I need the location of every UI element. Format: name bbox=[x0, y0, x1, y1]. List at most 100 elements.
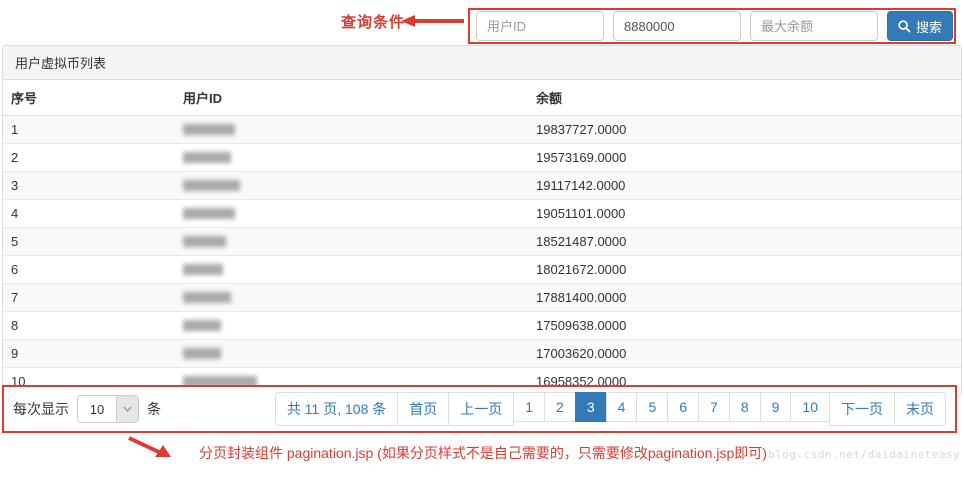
table-row: 5 18521487.0000 bbox=[3, 228, 961, 256]
page-button[interactable]: 7 bbox=[698, 392, 730, 422]
next-page-button[interactable]: 下一页 bbox=[829, 392, 895, 426]
pagination-summary: 共 11 页, 108 条 bbox=[275, 392, 398, 426]
prev-page-button[interactable]: 上一页 bbox=[448, 392, 514, 426]
user-id-cell bbox=[175, 256, 528, 284]
row-index-cell: 2 bbox=[3, 144, 175, 172]
pagination-bar: 每次显示 10 条 共 11 页, 108 条首页上一页12345678910下… bbox=[2, 385, 957, 433]
watermark: blog.csdn.net/daidaineteasy bbox=[768, 448, 960, 461]
balance-cell: 19573169.0000 bbox=[528, 144, 961, 172]
redacted-user-id bbox=[183, 152, 231, 163]
row-index-cell: 7 bbox=[3, 284, 175, 312]
page-button[interactable]: 8 bbox=[729, 392, 761, 422]
redacted-user-id bbox=[183, 292, 231, 303]
balance-cell: 18521487.0000 bbox=[528, 228, 961, 256]
redacted-user-id bbox=[183, 208, 235, 219]
redacted-user-id bbox=[183, 124, 235, 135]
user-id-cell bbox=[175, 312, 528, 340]
page-button-active-item: 3 bbox=[576, 392, 607, 426]
first-page-button[interactable]: 首页 bbox=[397, 392, 449, 426]
min-balance-input[interactable] bbox=[613, 11, 741, 41]
user-coin-panel: 用户虚拟币列表 序号 用户ID 余额 1 19837727.0000 2 195731… bbox=[2, 45, 962, 396]
page-button[interactable]: 2 bbox=[544, 392, 576, 422]
page-size-prefix-label: 每次显示 bbox=[13, 399, 69, 419]
row-index-cell: 5 bbox=[3, 228, 175, 256]
balance-cell: 17881400.0000 bbox=[528, 284, 961, 312]
chevron-down-icon bbox=[116, 396, 138, 422]
page-button-item: 1 bbox=[514, 392, 545, 426]
user-id-cell bbox=[175, 172, 528, 200]
page-button-active[interactable]: 3 bbox=[575, 392, 607, 422]
user-id-cell bbox=[175, 116, 528, 144]
row-index-cell: 4 bbox=[3, 200, 175, 228]
table-row: 4 19051101.0000 bbox=[3, 200, 961, 228]
arrow-down-right-icon bbox=[127, 436, 173, 462]
search-icon bbox=[898, 20, 911, 33]
balance-cell: 17509638.0000 bbox=[528, 312, 961, 340]
table-row: 9 17003620.0000 bbox=[3, 340, 961, 368]
col-header-balance: 余额 bbox=[528, 80, 961, 116]
balance-cell: 19051101.0000 bbox=[528, 200, 961, 228]
page-button[interactable]: 1 bbox=[513, 392, 545, 422]
row-index-cell: 1 bbox=[3, 116, 175, 144]
table-row: 6 18021672.0000 bbox=[3, 256, 961, 284]
page-button[interactable]: 4 bbox=[606, 392, 638, 422]
next-page-button-item: 下一页 bbox=[830, 392, 895, 426]
page-button-item: 5 bbox=[637, 392, 668, 426]
page-button-item: 6 bbox=[668, 392, 699, 426]
page-size-suffix-label: 条 bbox=[147, 399, 161, 419]
col-header-user-id: 用户ID bbox=[175, 80, 528, 116]
page-button-item: 9 bbox=[761, 392, 792, 426]
query-conditions-label: 查询条件 bbox=[341, 11, 405, 32]
row-index-cell: 9 bbox=[3, 340, 175, 368]
table-body: 1 19837727.0000 2 19573169.0000 3 19117142.00… bbox=[3, 116, 961, 396]
arrow-left-icon bbox=[401, 14, 465, 28]
balance-cell: 17003620.0000 bbox=[528, 340, 961, 368]
page-size-group: 每次显示 10 条 bbox=[13, 395, 161, 423]
table-row: 1 19837727.0000 bbox=[3, 116, 961, 144]
balance-cell: 18021672.0000 bbox=[528, 256, 961, 284]
user-coin-table: 序号 用户ID 余额 119837727.0000219573169.00003… bbox=[3, 80, 961, 395]
redacted-user-id bbox=[183, 264, 223, 275]
row-index-cell: 3 bbox=[3, 172, 175, 200]
page-button[interactable]: 9 bbox=[760, 392, 792, 422]
page-button[interactable]: 6 bbox=[667, 392, 699, 422]
redacted-user-id bbox=[183, 320, 221, 331]
table-row: 8 17509638.0000 bbox=[3, 312, 961, 340]
balance-cell: 19117142.0000 bbox=[528, 172, 961, 200]
page-button[interactable]: 10 bbox=[790, 392, 830, 422]
user-id-input[interactable] bbox=[476, 11, 604, 41]
last-page-button-item: 末页 bbox=[895, 392, 946, 426]
user-id-cell bbox=[175, 228, 528, 256]
pagination-note: 分页封装组件 pagination.jsp (如果分页样式不是自己需要的，只需要… bbox=[199, 443, 767, 463]
page-button-item: 2 bbox=[545, 392, 576, 426]
last-page-button[interactable]: 末页 bbox=[894, 392, 946, 426]
col-header-index: 序号 bbox=[3, 80, 175, 116]
user-id-cell bbox=[175, 144, 528, 172]
balance-cell: 19837727.0000 bbox=[528, 116, 961, 144]
user-id-cell bbox=[175, 340, 528, 368]
page-button-item: 8 bbox=[730, 392, 761, 426]
pagination: 共 11 页, 108 条首页上一页12345678910下一页末页 bbox=[275, 392, 946, 426]
row-index-cell: 8 bbox=[3, 312, 175, 340]
page-button-item: 4 bbox=[607, 392, 638, 426]
page-button-item: 7 bbox=[699, 392, 730, 426]
user-id-cell bbox=[175, 284, 528, 312]
page-button-item: 10 bbox=[791, 392, 830, 426]
first-page-button-item: 首页 bbox=[398, 392, 449, 426]
table-row: 7 17881400.0000 bbox=[3, 284, 961, 312]
redacted-user-id bbox=[183, 348, 221, 359]
search-button[interactable]: 搜索 bbox=[887, 11, 953, 41]
max-balance-input[interactable] bbox=[750, 11, 878, 41]
table-row: 3 19117142.0000 bbox=[3, 172, 961, 200]
search-button-label: 搜索 bbox=[916, 17, 942, 36]
row-index-cell: 6 bbox=[3, 256, 175, 284]
table-row: 2 19573169.0000 bbox=[3, 144, 961, 172]
redacted-user-id bbox=[183, 180, 240, 191]
panel-title: 用户虚拟币列表 bbox=[3, 46, 961, 80]
user-id-cell bbox=[175, 200, 528, 228]
table-header-row: 序号 用户ID 余额 bbox=[3, 80, 961, 116]
pagination-summary-item: 共 11 页, 108 条 bbox=[275, 392, 398, 426]
page-size-select[interactable]: 10 bbox=[77, 395, 139, 423]
redacted-user-id bbox=[183, 236, 226, 247]
page-button[interactable]: 5 bbox=[636, 392, 668, 422]
